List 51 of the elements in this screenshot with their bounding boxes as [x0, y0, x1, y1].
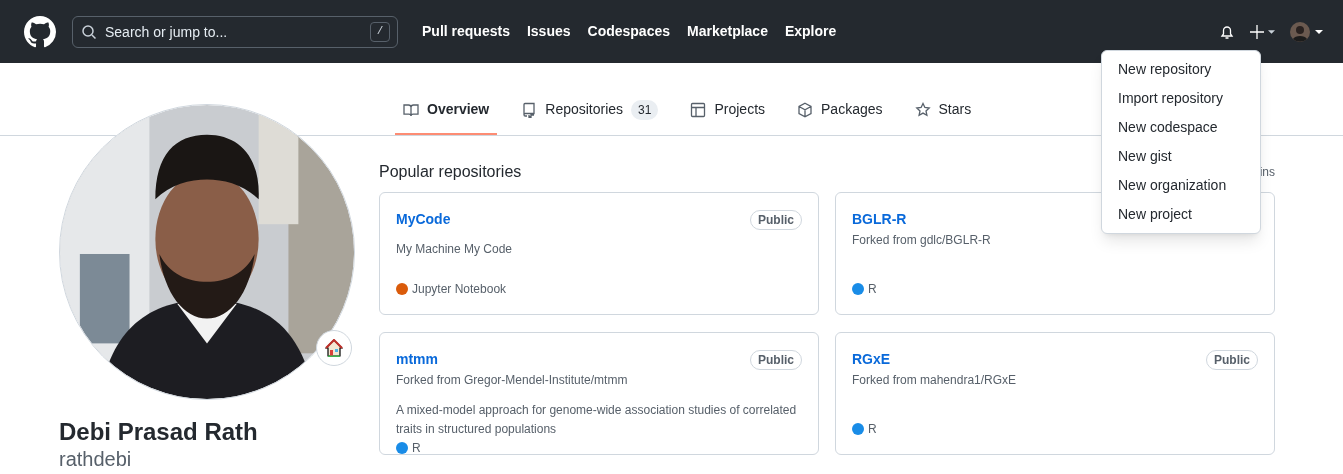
repo-description: My Machine My Code [396, 241, 514, 258]
language-name: Jupyter Notebook [412, 281, 507, 298]
repo-description: A mixed-model approach for genome-wide association studies of correlated traits in structured populations [396, 402, 798, 438]
nav-link[interactable]: Issues [526, 21, 571, 42]
customize-link[interactable]: ins [1259, 163, 1275, 181]
octocat-logo-icon[interactable] [24, 15, 56, 48]
fork-source: Forked from Gregor-Mendel-Institute/mtmm [396, 372, 629, 389]
menu-item[interactable]: Import repository [1102, 84, 1260, 113]
book-icon [403, 101, 419, 118]
menu-item[interactable]: New codespace [1102, 113, 1260, 142]
nav-link[interactable]: Marketplace [687, 21, 768, 42]
plus-icon [1249, 22, 1265, 41]
menu-item[interactable]: New organization [1102, 171, 1260, 200]
language-name: R [868, 421, 877, 438]
fork-source: Forked from mahendra1/RGxE [852, 372, 1018, 389]
caret-icon [1315, 29, 1323, 34]
caret-icon [1268, 29, 1275, 34]
menu-item[interactable]: New project [1102, 200, 1260, 229]
repo-link[interactable]: BGLR-R [852, 209, 907, 230]
search-icon [81, 23, 97, 40]
repo-link[interactable]: RGxE [852, 349, 891, 370]
language-name: R [868, 281, 877, 298]
house-icon [325, 339, 343, 357]
profile-tab[interactable]: Projects [682, 86, 774, 135]
repo-link[interactable]: MyCode [396, 209, 451, 230]
shortcut-key: / [370, 21, 390, 42]
status-badge[interactable] [316, 330, 352, 366]
counter-badge: 31 [631, 99, 659, 120]
bell-icon[interactable] [1219, 23, 1235, 40]
profile-tab[interactable]: Stars [906, 86, 980, 135]
menu-item[interactable]: New gist [1102, 142, 1260, 171]
profile-tab[interactable]: Repositories 31 [513, 86, 667, 135]
profile-username: rathdebi [59, 447, 133, 471]
user-menu-button[interactable] [1290, 21, 1323, 42]
create-new-button[interactable] [1249, 22, 1275, 41]
fork-source: Forked from gdlc/BGLR-R [852, 232, 992, 249]
menu-item[interactable]: New repository [1102, 55, 1260, 84]
package-icon [797, 101, 814, 118]
user-avatar-icon [1290, 21, 1310, 42]
profile-tab[interactable]: Overview [395, 86, 498, 135]
nav-link[interactable]: Codespaces [587, 21, 670, 42]
profile-name: Debi Prasad Rath [59, 417, 259, 447]
star-icon [914, 101, 931, 118]
repo-icon [521, 101, 538, 118]
section-title: Popular repositories [379, 162, 522, 182]
nav-link[interactable]: Explore [784, 21, 837, 42]
nav-link[interactable]: Pull requests [422, 21, 510, 42]
language-name: R [412, 440, 421, 457]
repo-link[interactable]: mtmm [396, 349, 438, 370]
table-icon [690, 101, 707, 118]
profile-tab[interactable]: Packages [789, 86, 891, 135]
